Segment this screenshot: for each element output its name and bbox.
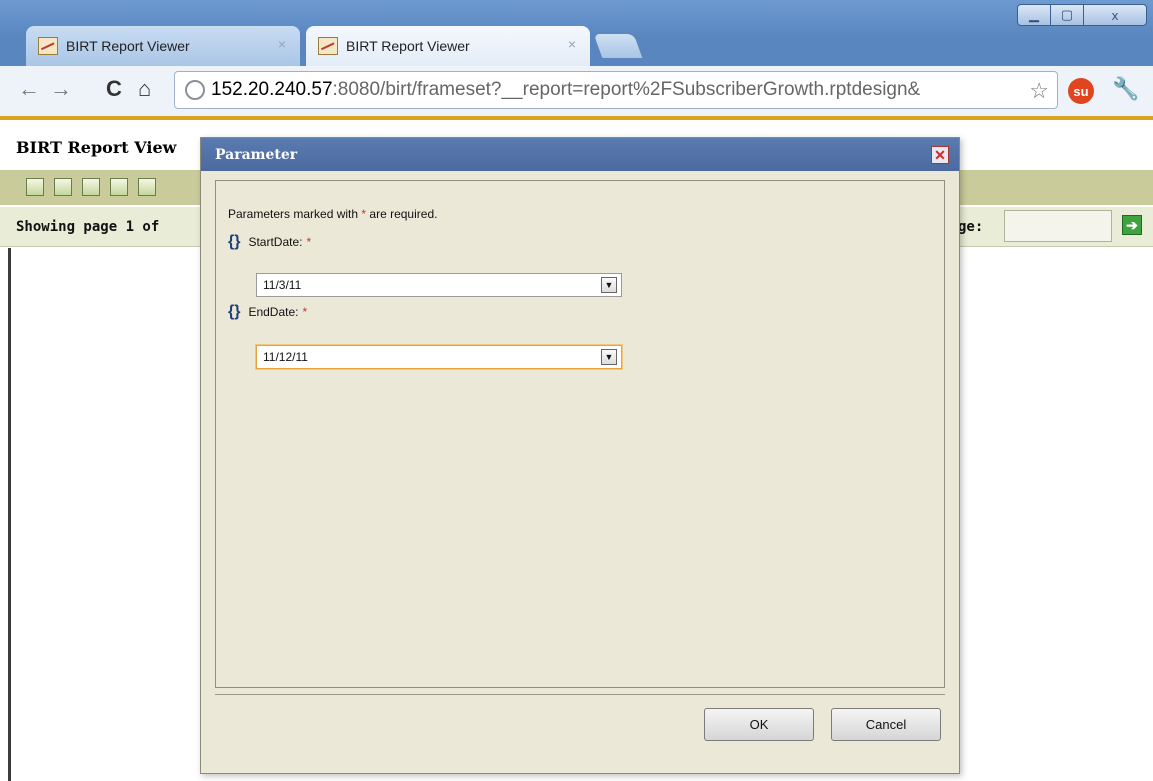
url-host: 152.20.240.57: [211, 79, 333, 100]
tab-2-label: BIRT Report Viewer: [346, 38, 470, 54]
page-status-text: Showing page 1 of: [16, 219, 160, 235]
tab-2-close-icon[interactable]: ×: [568, 36, 576, 52]
goto-page-input[interactable]: [1004, 210, 1112, 242]
run-report-icon[interactable]: [54, 178, 72, 196]
cancel-button[interactable]: Cancel: [831, 708, 941, 741]
goto-page-label: ge:: [958, 219, 984, 235]
export-report-icon[interactable]: [110, 178, 128, 196]
startdate-dropdown-arrow-icon[interactable]: ▼: [601, 277, 617, 293]
wrench-menu-icon[interactable]: 🔧: [1112, 76, 1139, 102]
birt-favicon-icon: [318, 37, 338, 55]
browser-tab-2[interactable]: BIRT Report Viewer ×: [306, 26, 590, 66]
required-asterisk: *: [361, 207, 367, 221]
startdate-value: 11/3/11: [263, 278, 302, 292]
enddate-dropdown-arrow-icon[interactable]: ▼: [601, 349, 617, 365]
print-icon[interactable]: [138, 178, 156, 196]
startdate-label: {} StartDate: *: [228, 233, 311, 251]
startdate-required-asterisk: *: [306, 235, 312, 249]
dialog-close-icon[interactable]: ✕: [931, 146, 949, 164]
dialog-body: Parameters marked with * are required. {…: [215, 180, 945, 688]
viewer-title: BIRT Report View: [16, 138, 177, 157]
page-info-icon[interactable]: [185, 80, 205, 100]
tab-1-close-icon[interactable]: ×: [278, 36, 286, 52]
ok-button[interactable]: OK: [704, 708, 814, 741]
tab-1-label: BIRT Report Viewer: [66, 38, 190, 54]
dialog-title: Parameter: [215, 147, 298, 163]
dialog-divider: [215, 694, 945, 695]
parameter-dialog: Parameter ✕ Parameters marked with * are…: [200, 137, 960, 774]
required-note: Parameters marked with * are required.: [228, 207, 437, 221]
enddate-required-asterisk: *: [302, 305, 308, 319]
startdate-select[interactable]: 11/3/11 ▼: [256, 273, 622, 297]
birt-favicon-icon: [38, 37, 58, 55]
minimize-button[interactable]: ▁: [1017, 4, 1051, 26]
toc-icon[interactable]: [26, 178, 44, 196]
new-tab-button[interactable]: [593, 34, 643, 58]
stumbleupon-extension-icon[interactable]: su: [1068, 78, 1094, 104]
startdate-label-text: StartDate:: [248, 235, 303, 249]
maximize-button[interactable]: ▢: [1050, 4, 1084, 26]
parameter-braces-icon: {}: [228, 233, 241, 250]
url-path: :8080/birt/frameset?__report=report%2FSu…: [332, 79, 921, 100]
window-close-button[interactable]: x: [1083, 4, 1147, 26]
address-bar[interactable]: 152.20.240.57:8080/birt/frameset?__repor…: [174, 71, 1058, 109]
enddate-label: {} EndDate: *: [228, 303, 307, 321]
parameter-braces-icon: {}: [228, 303, 241, 320]
required-note-suffix: are required.: [369, 207, 438, 221]
back-arrow-icon[interactable]: ←: [18, 78, 40, 100]
page-top-divider: [0, 116, 1153, 120]
required-note-text: Parameters marked with: [228, 207, 359, 221]
goto-page-button[interactable]: ➔: [1122, 215, 1142, 235]
forward-arrow-icon[interactable]: →: [50, 78, 72, 100]
reload-icon[interactable]: C: [106, 78, 122, 100]
enddate-value: 11/12/11: [263, 350, 308, 364]
export-data-icon[interactable]: [82, 178, 100, 196]
enddate-label-text: EndDate:: [248, 305, 299, 319]
browser-title-bar: BIRT Report Viewer × BIRT Report Viewer …: [0, 0, 1153, 68]
enddate-select[interactable]: 11/12/11 ▼: [256, 345, 622, 369]
browser-tab-1[interactable]: BIRT Report Viewer ×: [26, 26, 300, 66]
bookmark-star-icon[interactable]: ☆: [1029, 78, 1049, 104]
browser-nav-bar: ← → C ⌂ 152.20.240.57:8080/birt/frameset…: [0, 66, 1153, 116]
home-icon[interactable]: ⌂: [138, 78, 151, 100]
dialog-header: Parameter ✕: [201, 138, 959, 171]
